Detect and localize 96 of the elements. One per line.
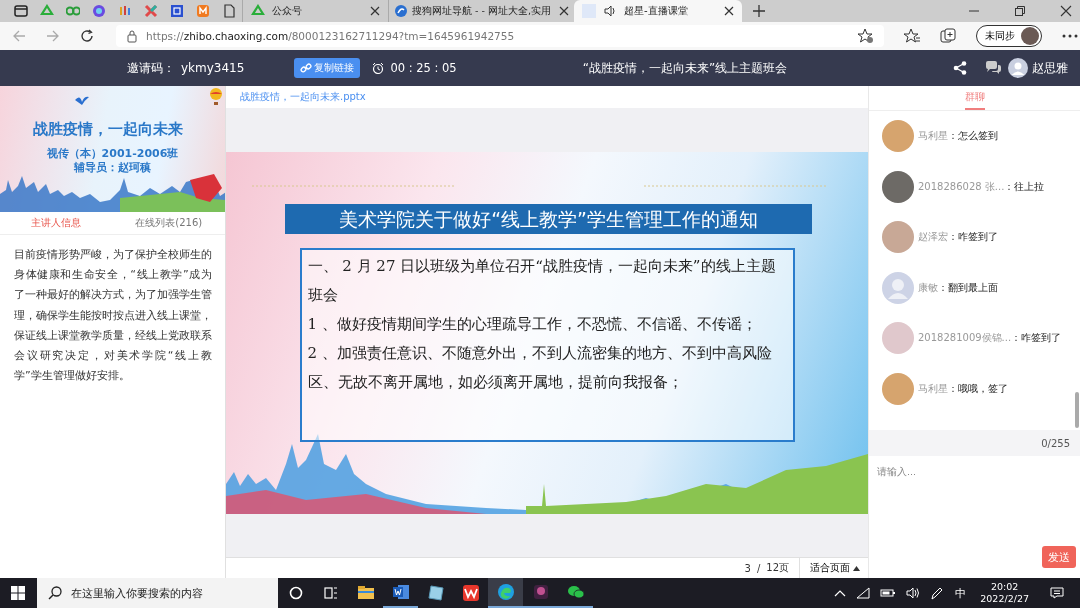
- user-avatar-icon[interactable]: [1008, 58, 1028, 78]
- name-colon: ：: [948, 129, 958, 144]
- task-view-icon[interactable]: [324, 586, 338, 600]
- intro-paragraph: 目前疫情形势严峻，为了保护全校师生的身体健康和生命安全，“线上教学”成为了一种最好的解决方式，为了加强学生管理，确保学生能按时按点进入线上课堂，保证线上课堂教学质量，经线上党政联系会议研究决定，对美术学院“线上教学”学生管理做好安排。: [14, 247, 212, 385]
- url-text: https://zhibo.chaoxing.com/8000123162711294?tm=1645961942755: [146, 30, 515, 42]
- sender-name: 2018281009侯锦...: [918, 331, 1012, 346]
- close-icon[interactable]: [370, 6, 380, 16]
- cross-icon[interactable]: [144, 4, 158, 18]
- avatar-photo-placeholder: [882, 372, 914, 405]
- sender-name: 马利星: [918, 129, 948, 144]
- chevron-up-icon[interactable]: [834, 589, 847, 597]
- name-colon: ：: [938, 280, 948, 295]
- wps-w-icon: [461, 584, 480, 602]
- caret-up-icon: [853, 565, 860, 571]
- sync-button[interactable]: 未同步: [976, 25, 1042, 47]
- avatar-placeholder: [1021, 27, 1039, 45]
- invite-code: ykmy3415: [181, 61, 245, 75]
- clock-date[interactable]: 2022/2/27: [980, 593, 1029, 605]
- tab-title: 超星-直播课堂: [624, 4, 689, 18]
- chat-bubbles-icon: [566, 583, 585, 601]
- message-text: 往上拉: [1014, 179, 1045, 194]
- avatar-photo-placeholder: [882, 221, 914, 254]
- avatar-photo-placeholder: [882, 322, 914, 355]
- share-icon[interactable]: [953, 61, 967, 75]
- address-bar[interactable]: https://zhibo.chaoxing.com/8000123162711294?tm=1645961942755: [116, 25, 884, 47]
- clock-time[interactable]: 20:02: [990, 581, 1019, 593]
- cortana-circle-icon[interactable]: [289, 586, 303, 600]
- avatar-photo-placeholder: [882, 170, 914, 203]
- window-icon[interactable]: [14, 5, 28, 17]
- reload-icon[interactable]: [80, 29, 94, 43]
- speaker-icon[interactable]: [603, 4, 617, 18]
- session-title: “战胜疫情，一起向未来”线上主题班会: [582, 59, 788, 77]
- tab-title: 公众号: [272, 4, 303, 18]
- banner-title: 战胜疫情，一起向未来: [32, 120, 184, 139]
- sender-name: 马利星: [918, 381, 948, 396]
- message-text: 翻到最上面: [948, 280, 998, 295]
- scrollbar-thumb[interactable]: [1075, 392, 1079, 428]
- star-plus-icon[interactable]: [858, 28, 874, 44]
- sender-name: 赵泽宏: [918, 230, 948, 245]
- edge-browser-icon: [496, 583, 515, 601]
- notice-text: 2 、加强责任意识、不随意外出，不到人流密集的地方、不到中高风险区、无故不离开属地，如必须离开属地，提前向我报备；: [307, 342, 773, 393]
- windows-start-icon[interactable]: [11, 586, 25, 600]
- more-icon[interactable]: [1062, 34, 1078, 38]
- banner-class: 视传（本）2001-2006班: [46, 147, 179, 161]
- blank-favicon: [582, 4, 596, 18]
- taskbar-search-field[interactable]: 在这里输入你要搜索的内容: [37, 578, 278, 608]
- input-method-indicator[interactable]: 中: [955, 585, 967, 601]
- character-counter: 0/255: [1041, 437, 1070, 449]
- name-colon: ：: [948, 230, 958, 245]
- name-colon: ：: [948, 381, 958, 396]
- user-name: 赵思雅: [1032, 60, 1068, 76]
- sender-name: 2018286028 张...: [918, 179, 1005, 194]
- message-text: 哦哦，签了: [958, 381, 1008, 396]
- folder-icon: [356, 584, 375, 602]
- speaker-icon[interactable]: [906, 587, 921, 599]
- name-colon: ：: [1011, 331, 1022, 346]
- app-logo-icon[interactable]: [196, 4, 210, 18]
- search-icon: [48, 586, 62, 600]
- file-name-link[interactable]: 战胜疫情，一起向未来.pptx: [240, 90, 366, 104]
- plus-icon[interactable]: [752, 4, 766, 18]
- message-text: 咋签到了: [1021, 331, 1062, 346]
- page-number: 3: [744, 562, 751, 574]
- collections-icon[interactable]: [940, 28, 956, 44]
- close-icon[interactable]: [1060, 5, 1072, 17]
- alarm-clock-icon: [372, 62, 385, 74]
- link-icon: [300, 62, 313, 74]
- avatar-photo-placeholder: [882, 120, 914, 153]
- balloon-icon: [209, 88, 223, 106]
- notice-text: 1 、做好疫情期间学生的心理疏导工作，不恐慌、不信谣、不传谣；: [307, 313, 758, 335]
- chat-bubbles-icon[interactable]: [985, 61, 1001, 75]
- default-avatar-icon: [882, 271, 914, 304]
- notification-icon[interactable]: [1050, 587, 1064, 599]
- favorites-icon[interactable]: [904, 28, 920, 44]
- timer-text: 00 : 25 : 05: [390, 61, 457, 75]
- tab-title: 搜狗网址导航 - - 网址大全,实用: [412, 4, 552, 18]
- banner-counselor: 辅导员：赵珂稹: [74, 161, 151, 175]
- browser-tab[interactable]: 超星-直播课堂: [574, 0, 742, 22]
- word-document-icon: [391, 583, 410, 601]
- message-text: 咋签到了: [958, 230, 998, 245]
- invite-label: 邀请码：: [127, 59, 175, 77]
- page-icon[interactable]: [222, 4, 236, 18]
- close-icon[interactable]: [724, 6, 734, 16]
- sender-name: 康敏: [918, 280, 938, 295]
- page-separator: /: [756, 562, 761, 574]
- restore-icon[interactable]: [1014, 5, 1026, 17]
- page-total: 12页: [766, 561, 789, 575]
- name-colon: ：: [1004, 179, 1015, 194]
- close-icon[interactable]: [559, 6, 569, 16]
- panel-tab[interactable]: 在线列表(216): [112, 212, 225, 234]
- pen-icon[interactable]: [930, 586, 943, 600]
- notice-text: 一、 2 月 27 日以班级为单位召开“战胜疫情，一起向未来”的线上主题班会: [307, 255, 777, 306]
- lock-icon: [126, 29, 138, 43]
- battery-icon[interactable]: [880, 588, 897, 598]
- message-text: 怎么签到: [958, 129, 998, 144]
- slide-title: 美术学院关于做好“线上教学”学生管理工作的通知: [285, 203, 812, 234]
- bars-icon[interactable]: [118, 4, 132, 18]
